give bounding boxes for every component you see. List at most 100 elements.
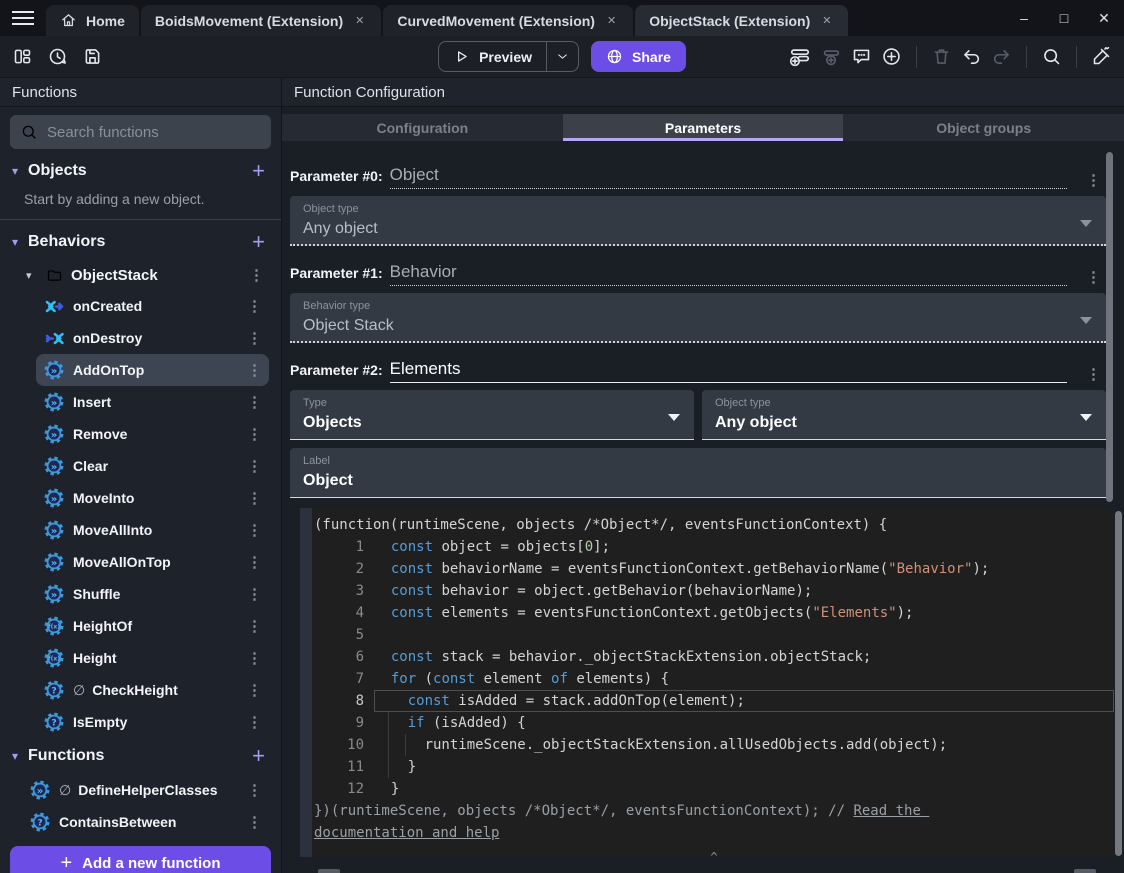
function-item-clear[interactable]: » Clear ⋮ — [36, 450, 269, 482]
chevron-down-icon[interactable]: ▾ — [12, 164, 28, 178]
parameter-2-label-input[interactable]: Label Object — [290, 448, 1106, 498]
history-button[interactable] — [47, 46, 68, 67]
function-item-remove[interactable]: » Remove ⋮ — [36, 418, 269, 450]
parameter-0-name-field[interactable]: Object — [389, 165, 1067, 189]
line-content[interactable] — [374, 624, 1114, 646]
code-line-7[interactable]: 7 for (const element of elements) { — [314, 668, 1114, 690]
parameter-1-behavior-type-select[interactable]: Behavior type Object Stack — [290, 293, 1106, 343]
line-content[interactable]: const behaviorName = eventsFunctionConte… — [374, 558, 1114, 580]
add-new-function-button[interactable]: + Add a new function — [10, 846, 271, 873]
parameter-2-type-select[interactable]: Type Objects — [290, 390, 694, 440]
section-objects[interactable]: ▾ Objects + — [0, 153, 281, 189]
function-item-menu-button[interactable]: ⋮ — [242, 361, 267, 379]
parameter-1-menu-button[interactable]: ⋮ — [1081, 268, 1106, 286]
add-new-button[interactable] — [881, 46, 902, 67]
add-free-function-button[interactable]: + — [248, 745, 269, 767]
function-item-heightof[interactable]: f(x) HeightOf ⋮ — [36, 610, 269, 642]
function-item-ondestroy[interactable]: onDestroy ⋮ — [36, 322, 269, 354]
parameter-0-menu-button[interactable]: ⋮ — [1081, 171, 1106, 189]
function-item-menu-button[interactable]: ⋮ — [242, 585, 267, 603]
section-behaviors[interactable]: ▾ Behaviors + — [0, 224, 281, 260]
editor-scrollbar[interactable] — [1115, 511, 1122, 856]
function-item-checkheight[interactable]: ? ∅ CheckHeight ⋮ — [36, 674, 269, 706]
add-behavior-button[interactable]: + — [248, 231, 269, 253]
panels-button[interactable] — [12, 46, 33, 67]
preview-dropdown-button[interactable] — [547, 50, 578, 63]
function-item-menu-button[interactable]: ⋮ — [242, 521, 267, 539]
search-button[interactable] — [1041, 46, 1062, 67]
tab-close-icon[interactable]: ✕ — [352, 12, 367, 29]
code-body[interactable]: (function(runtimeScene, objects /*Object… — [312, 508, 1114, 857]
function-item-moveallontop[interactable]: » MoveAllOnTop ⋮ — [36, 546, 269, 578]
line-content[interactable]: const object = objects[0]; — [374, 536, 1114, 558]
code-line-9[interactable]: 9 if (isAdded) { — [314, 712, 1114, 734]
save-button[interactable] — [82, 46, 103, 67]
line-content[interactable]: if (isAdded) { — [374, 712, 1114, 734]
function-item-menu-button[interactable]: ⋮ — [242, 489, 267, 507]
code-line-4[interactable]: 4 const elements = eventsFunctionContext… — [314, 602, 1114, 624]
function-item-menu-button[interactable]: ⋮ — [242, 297, 267, 315]
preview-button[interactable]: Preview — [438, 41, 580, 72]
chevron-down-icon[interactable]: ▾ — [12, 749, 28, 763]
folder-menu-button[interactable]: ⋮ — [244, 266, 269, 284]
tab-close-icon[interactable]: ✕ — [604, 12, 619, 29]
tab-parameters[interactable]: Parameters — [562, 114, 844, 141]
function-item-menu-button[interactable]: ⋮ — [242, 393, 267, 411]
function-item-insert[interactable]: » Insert ⋮ — [36, 386, 269, 418]
function-item-menu-button[interactable]: ⋮ — [242, 649, 267, 667]
line-content[interactable]: const elements = eventsFunctionContext.g… — [374, 602, 1114, 624]
function-item-menu-button[interactable]: ⋮ — [242, 813, 267, 831]
minimize-button[interactable]: – — [1004, 0, 1044, 36]
function-item-moveinto[interactable]: » MoveInto ⋮ — [36, 482, 269, 514]
line-content[interactable]: for (const element of elements) { — [374, 668, 1114, 690]
chevron-down-icon[interactable]: ▾ — [12, 235, 28, 249]
code-line-1[interactable]: 1 const object = objects[0]; — [314, 536, 1114, 558]
function-item-addontop[interactable]: » AddOnTop ⋮ — [36, 354, 269, 386]
line-content[interactable]: const behavior = object.getBehavior(beha… — [374, 580, 1114, 602]
behavior-folder-objectstack[interactable]: ▾ ObjectStack ⋮ — [0, 260, 281, 290]
close-button[interactable]: ✕ — [1084, 0, 1124, 36]
parameter-2-object-type-select[interactable]: Object type Any object — [702, 390, 1106, 440]
javascript-code-editor[interactable]: (function(runtimeScene, objects /*Object… — [300, 508, 1114, 857]
collapse-caret[interactable]: ^ — [314, 846, 1114, 857]
code-line-2[interactable]: 2 const behaviorName = eventsFunctionCon… — [314, 558, 1114, 580]
function-item-isempty[interactable]: ? IsEmpty ⋮ — [36, 706, 269, 738]
section-functions[interactable]: ▾ Functions + — [0, 738, 281, 774]
undo-button[interactable] — [961, 46, 982, 67]
function-item-definehelperclasses[interactable]: » ∅ DefineHelperClasses ⋮ — [22, 774, 269, 806]
code-line-11[interactable]: 11 } — [314, 756, 1114, 778]
chevron-down-icon[interactable]: ▾ — [26, 269, 38, 282]
function-item-menu-button[interactable]: ⋮ — [242, 713, 267, 731]
share-button[interactable]: Share — [591, 41, 686, 72]
code-line-10[interactable]: 10 runtimeScene._objectStackExtension.al… — [314, 734, 1114, 756]
tab-object-groups[interactable]: Object groups — [843, 114, 1124, 141]
tab-boidsmovement-extension[interactable]: BoidsMovement (Extension) ✕ — [140, 5, 382, 36]
line-content[interactable]: runtimeScene._objectStackExtension.allUs… — [374, 734, 1114, 756]
tab-close-icon[interactable]: ✕ — [819, 12, 834, 29]
line-content[interactable]: } — [374, 756, 1114, 778]
function-item-containsbetween[interactable]: ? ContainsBetween ⋮ — [22, 806, 269, 838]
parameters-scrollbar[interactable] — [1106, 152, 1113, 502]
parameter-1-name-field[interactable]: Behavior — [389, 262, 1067, 286]
parameter-0-object-type-select[interactable]: Object type Any object — [290, 196, 1106, 246]
function-item-menu-button[interactable]: ⋮ — [242, 457, 267, 475]
function-item-menu-button[interactable]: ⋮ — [242, 425, 267, 443]
code-line-12[interactable]: 12 } — [314, 778, 1114, 800]
add-object-button[interactable]: + — [248, 160, 269, 182]
tab-configuration[interactable]: Configuration — [282, 114, 563, 141]
tab-objectstack-extension[interactable]: ObjectStack (Extension) ✕ — [635, 5, 849, 36]
add-comment-button[interactable] — [851, 46, 872, 67]
parameter-2-menu-button[interactable]: ⋮ — [1081, 365, 1106, 383]
maximize-button[interactable]: □ — [1044, 0, 1084, 36]
function-item-menu-button[interactable]: ⋮ — [242, 617, 267, 635]
line-content[interactable]: const isAdded = stack.addOnTop(element); — [374, 690, 1114, 712]
function-item-oncreated[interactable]: onCreated ⋮ — [36, 290, 269, 322]
line-content[interactable]: const stack = behavior._objectStackExten… — [374, 646, 1114, 668]
function-item-menu-button[interactable]: ⋮ — [242, 681, 267, 699]
function-item-moveallinto[interactable]: » MoveAllInto ⋮ — [36, 514, 269, 546]
edit-extension-button[interactable] — [1091, 46, 1112, 67]
code-line-6[interactable]: 6 const stack = behavior._objectStackExt… — [314, 646, 1114, 668]
function-item-menu-button[interactable]: ⋮ — [242, 781, 267, 799]
search-input[interactable]: Search functions — [10, 115, 271, 149]
function-item-shuffle[interactable]: » Shuffle ⋮ — [36, 578, 269, 610]
